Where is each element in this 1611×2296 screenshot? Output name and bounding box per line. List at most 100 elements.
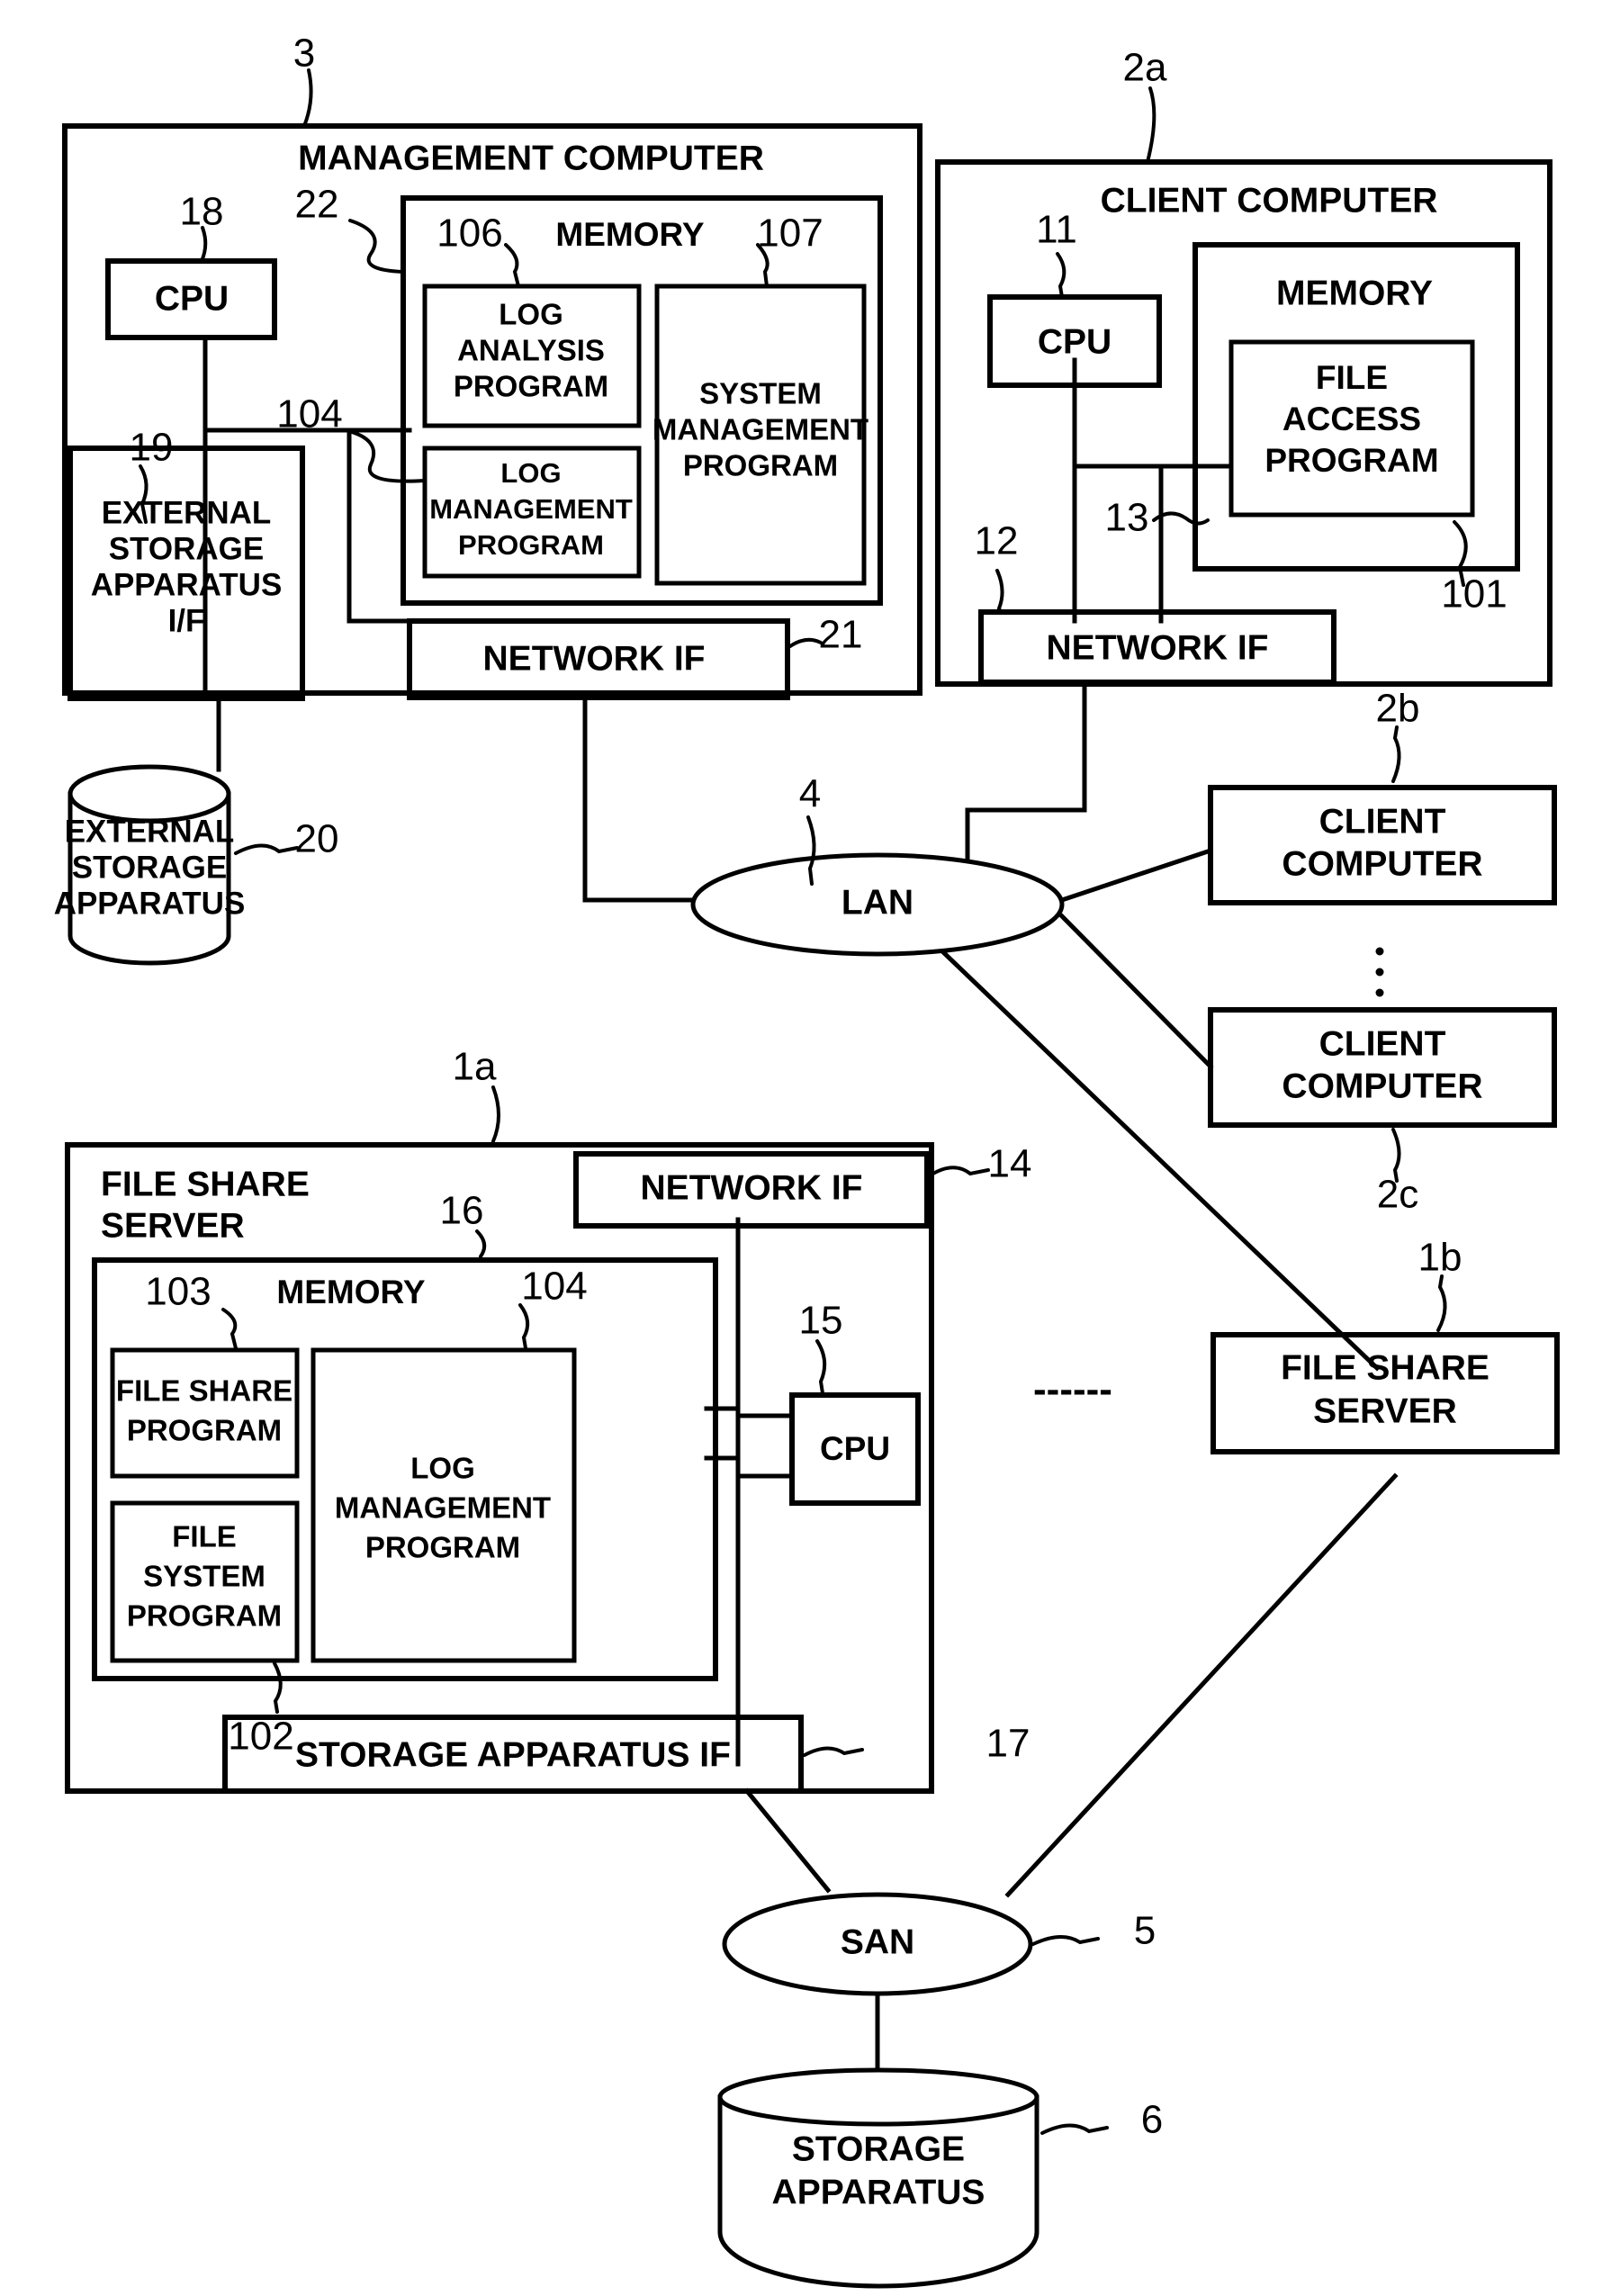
ref-21: 21 <box>819 613 863 657</box>
client-computer-b-line1: CLIENT <box>1319 802 1446 841</box>
fss-a-san-link <box>743 1787 832 1894</box>
client-a-file-access-line2: ACCESS <box>1282 401 1421 437</box>
ref-19: 19 <box>130 426 174 470</box>
leader-ref-14 <box>930 1166 990 1176</box>
fss-a-file-system-program-line2: SYSTEM <box>143 1560 266 1593</box>
fss-a-title-line2: SERVER <box>101 1206 245 1245</box>
fss-b-san-link <box>1004 1472 1399 1898</box>
ref-2c: 2c <box>1377 1173 1418 1217</box>
mgmt-log-management-line1: LOG <box>500 457 561 489</box>
ref-102: 102 <box>228 1715 293 1759</box>
management-computer-title: MANAGEMENT COMPUTER <box>298 139 764 177</box>
mgmt-lan-link <box>582 695 700 903</box>
leader-ref-106 <box>504 243 520 288</box>
fss-a-log-management-line2: MANAGEMENT <box>335 1491 551 1525</box>
client-a-internal-bus <box>1072 357 1234 624</box>
ref-2a: 2a <box>1123 46 1167 90</box>
ref-1a: 1a <box>453 1045 497 1089</box>
ref-15: 15 <box>799 1299 843 1343</box>
leader-ref-104-fss <box>518 1303 530 1350</box>
external-storage-apparatus-line2: STORAGE <box>72 850 227 885</box>
ref-12: 12 <box>975 519 1019 563</box>
external-storage-apparatus-line1: EXTERNAL <box>65 814 235 849</box>
lan-label: LAN <box>842 883 914 922</box>
fss-a-log-management-line1: LOG <box>410 1452 475 1485</box>
ref-101: 101 <box>1441 572 1507 617</box>
mgmt-system-management-line3: PROGRAM <box>683 449 838 482</box>
mgmt-memory-label: MEMORY <box>555 216 704 253</box>
mgmt-external-storage-if-line2: STORAGE <box>109 531 264 566</box>
mgmt-log-analysis-line3: PROGRAM <box>454 370 608 403</box>
mgmt-system-management-line2: MANAGEMENT <box>652 413 868 446</box>
leader-ref-22 <box>348 219 405 274</box>
client-a-network-if-label: NETWORK IF <box>1047 628 1269 667</box>
ref-5: 5 <box>1134 1909 1156 1953</box>
lan-client-c-link <box>1058 913 1214 1070</box>
fss-a-storage-apparatus-if-label: STORAGE APPARATUS IF <box>295 1735 731 1774</box>
diagram-canvas: 3 18 22 19 104 106 107 21 20 2a 11 12 13… <box>54 32 1560 2289</box>
ref-1b: 1b <box>1418 1236 1462 1280</box>
client-computer-c-line1: CLIENT <box>1319 1024 1446 1063</box>
leader-ref-17 <box>803 1746 864 1757</box>
mgmt-cpu-label: CPU <box>155 279 229 318</box>
leader-ref-1b <box>1436 1274 1447 1332</box>
ref-6: 6 <box>1141 2098 1163 2142</box>
leader-ref-20 <box>234 843 299 855</box>
ref-107: 107 <box>757 212 823 256</box>
leader-ref-16 <box>475 1229 487 1258</box>
mgmt-external-storage-if-line1: EXTERNAL <box>102 495 272 530</box>
patent-figure-sheet: 3 18 22 19 104 106 107 21 20 2a 11 12 13… <box>0 0 1611 2296</box>
client-stack-ellipsis <box>1375 947 1384 997</box>
ref-16: 16 <box>440 1189 484 1233</box>
leader-ref-21 <box>788 637 823 648</box>
ref-104-mgmt: 104 <box>276 392 342 437</box>
fss-a-cpu-label: CPU <box>820 1430 890 1467</box>
ref-4: 4 <box>799 772 821 816</box>
leader-ref-6 <box>1040 2123 1109 2135</box>
leader-ref-15 <box>815 1339 827 1395</box>
client-computer-b-line2: COMPUTER <box>1282 844 1482 883</box>
fss-a-title-line1: FILE SHARE <box>101 1165 310 1203</box>
fss-a-file-system-program-line3: PROGRAM <box>127 1599 282 1633</box>
leader-ref-104-mgmt <box>344 428 427 483</box>
leader-ref-2a <box>1146 86 1156 164</box>
leader-ref-12 <box>995 569 1004 614</box>
ref-17: 17 <box>986 1722 1030 1766</box>
mgmt-external-storage-if-line4: I/F <box>168 603 205 638</box>
leader-ref-102 <box>273 1661 283 1714</box>
leader-ref-5 <box>1031 1935 1100 1946</box>
leader-ref-2b <box>1391 725 1401 783</box>
ref-20: 20 <box>295 817 339 861</box>
ref-18: 18 <box>180 190 224 234</box>
client-a-file-access-line3: PROGRAM <box>1264 442 1438 479</box>
client-computer-a-title: CLIENT COMPUTER <box>1101 181 1438 220</box>
ref-103: 103 <box>145 1270 211 1314</box>
client-a-memory-label: MEMORY <box>1276 274 1433 312</box>
storage-apparatus-line2: APPARATUS <box>772 2173 986 2211</box>
fss-a-memory-label: MEMORY <box>276 1274 425 1310</box>
fss-a-file-share-program-line1: FILE SHARE <box>116 1374 292 1408</box>
ref-13: 13 <box>1105 496 1149 540</box>
ref-104-fss: 104 <box>521 1265 587 1309</box>
fss-a-file-system-program-line1: FILE <box>172 1520 237 1553</box>
mgmt-external-storage-if-line3: APPARATUS <box>91 567 283 602</box>
san-label: SAN <box>841 1922 914 1961</box>
storage-apparatus-line1: STORAGE <box>792 2129 965 2168</box>
lan-client-b-link <box>1058 847 1214 904</box>
ref-22: 22 <box>295 183 339 227</box>
ref-106: 106 <box>436 212 502 256</box>
leader-ref-1a <box>491 1085 500 1143</box>
leader-ref-3 <box>302 68 313 128</box>
server-ellipsis: ------ <box>1033 1367 1112 1411</box>
ref-2b: 2b <box>1376 687 1420 731</box>
fss-b-line2: SERVER <box>1313 1391 1457 1430</box>
mgmt-system-management-line1: SYSTEM <box>699 377 822 410</box>
mgmt-log-management-line3: PROGRAM <box>458 529 604 561</box>
fss-a-internal-bus <box>704 1217 795 1767</box>
ref-14: 14 <box>988 1142 1032 1186</box>
client-a-file-access-line1: FILE <box>1316 359 1388 396</box>
fss-a-log-management-line3: PROGRAM <box>365 1531 520 1564</box>
mgmt-network-if-label: NETWORK IF <box>483 639 706 678</box>
fss-b-line1: FILE SHARE <box>1281 1348 1490 1387</box>
mgmt-log-management-line2: MANAGEMENT <box>429 493 633 525</box>
